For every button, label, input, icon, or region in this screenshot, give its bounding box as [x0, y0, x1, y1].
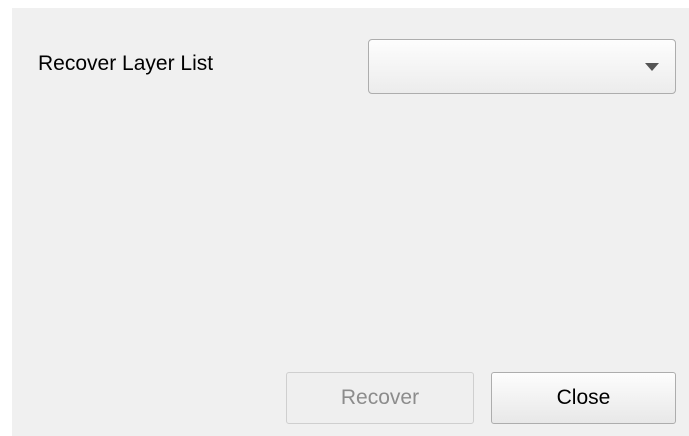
recover-button-label: Recover	[340, 386, 420, 409]
recover-layer-dialog: Recover Layer List Recover Close	[12, 8, 689, 436]
close-button[interactable]: Close	[491, 372, 676, 424]
recover-button[interactable]: Recover	[286, 372, 474, 424]
recover-layer-list-label: Recover Layer List	[38, 52, 214, 75]
recover-layer-list-dropdown[interactable]	[368, 39, 676, 94]
close-button-label: Close	[556, 386, 611, 409]
chevron-down-icon[interactable]	[645, 63, 659, 71]
